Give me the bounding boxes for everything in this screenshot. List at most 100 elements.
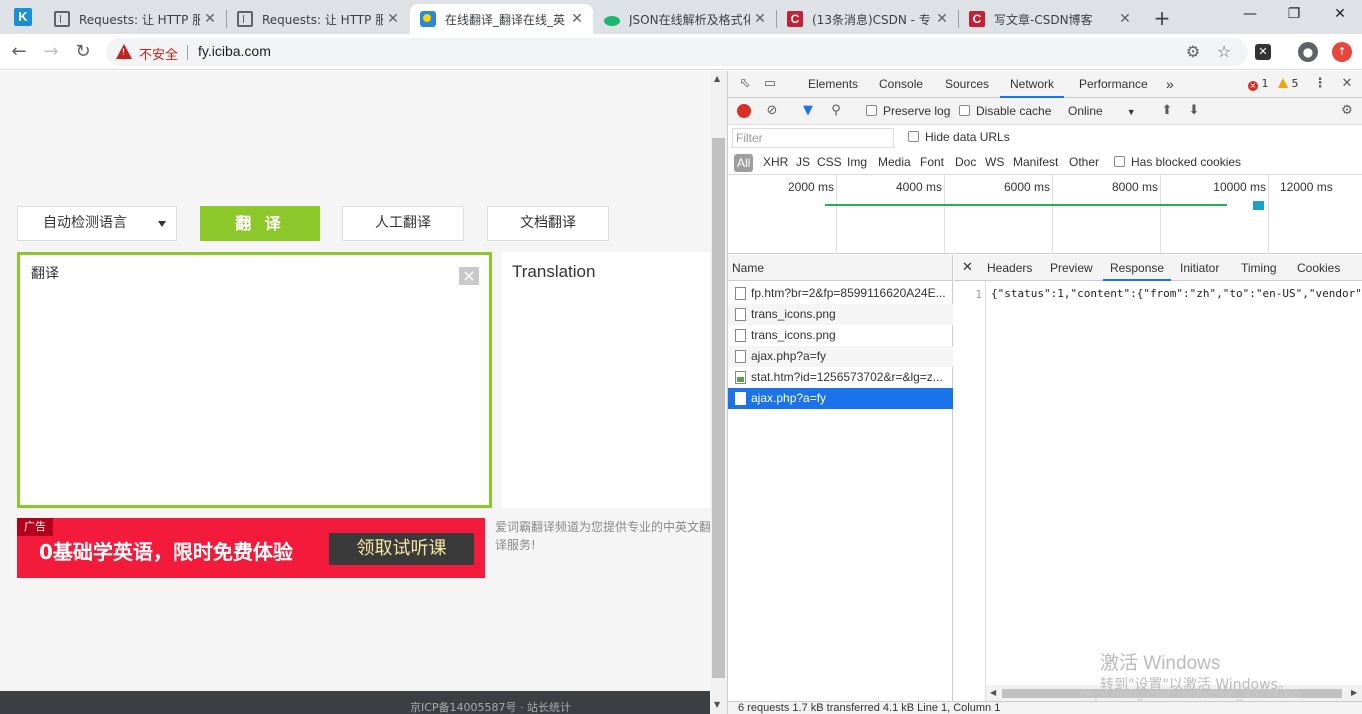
language-select[interactable]: 自动检测语言: [17, 206, 177, 241]
filter-input[interactable]: Filter: [732, 128, 894, 148]
detail-tab-headers[interactable]: Headers: [987, 255, 1032, 281]
restore-button[interactable]: ❐: [1284, 6, 1304, 22]
insecure-label[interactable]: 不安全: [139, 44, 178, 63]
profile-avatar-icon[interactable]: ●: [1298, 42, 1318, 62]
tab-close-icon[interactable]: ✕: [750, 11, 770, 27]
type-filter-manifest[interactable]: Manifest: [1013, 155, 1058, 169]
issues-badge[interactable]: × 1 5: [1248, 77, 1299, 91]
scroll-down-icon[interactable]: ▼: [714, 700, 720, 709]
network-settings-icon[interactable]: ⚙: [1338, 102, 1356, 120]
address-bar[interactable]: 不安全 fy.iciba.com: [106, 38, 1248, 66]
inspect-element-icon[interactable]: ⬁: [736, 75, 754, 93]
type-filter-media[interactable]: Media: [878, 155, 911, 169]
tab-close-icon[interactable]: ✕: [1115, 11, 1135, 27]
export-har-icon[interactable]: ⬇: [1185, 102, 1203, 120]
browser-tab-active[interactable]: 在线翻译_翻译在线_英 ✕: [410, 4, 593, 34]
reload-icon[interactable]: ↻: [71, 40, 95, 64]
extension-icon[interactable]: ⚙: [1183, 42, 1203, 62]
window-close-button[interactable]: ✕: [1330, 6, 1350, 22]
document-translate-button[interactable]: 文档翻译: [487, 206, 609, 241]
site-logo-icon[interactable]: K: [14, 8, 32, 26]
request-row[interactable]: ajax.php?a=fy: [728, 346, 953, 367]
type-filter-all[interactable]: All: [734, 154, 754, 172]
preserve-log-checkbox[interactable]: Preserve log: [866, 104, 950, 118]
devtools-tab-elements[interactable]: Elements: [808, 71, 858, 98]
type-filter-js[interactable]: JS: [796, 155, 810, 169]
minimize-button[interactable]: —: [1240, 6, 1260, 22]
devtools-close-icon[interactable]: ✕: [1338, 75, 1356, 93]
import-har-icon[interactable]: ⬆: [1158, 102, 1176, 120]
ad-banner[interactable]: 广告 0基础学英语，限时免费体验 领取试听课: [17, 518, 485, 578]
url-text[interactable]: fy.iciba.com: [198, 43, 271, 59]
back-arrow-icon[interactable]: ←: [7, 40, 31, 64]
clear-icon[interactable]: ×: [459, 267, 479, 285]
type-filter-ws[interactable]: WS: [985, 155, 1004, 169]
devtools-tab-console[interactable]: Console: [879, 71, 923, 98]
type-filter-img[interactable]: Img: [847, 155, 867, 169]
browser-tab[interactable]: Requests: 让 HTTP 服 ✕: [227, 4, 409, 34]
blocked-cookies-checkbox[interactable]: Has blocked cookies: [1114, 155, 1241, 169]
browser-tab[interactable]: Requests: 让 HTTP 服 ✕: [44, 4, 226, 34]
record-icon[interactable]: [737, 104, 751, 118]
url-divider: [187, 45, 188, 60]
scroll-left-icon[interactable]: ◀: [990, 688, 996, 697]
translate-button[interactable]: 翻 译: [200, 206, 320, 241]
filter-icon[interactable]: ▼: [799, 102, 817, 120]
network-timeline-overview[interactable]: 2000 ms 4000 ms 6000 ms 8000 ms 10000 ms…: [728, 175, 1362, 254]
detail-tab-initiator[interactable]: Initiator: [1180, 255, 1219, 281]
scrollbar-thumb[interactable]: [712, 138, 725, 678]
tab-close-icon[interactable]: ✕: [383, 11, 403, 27]
hide-data-urls-checkbox[interactable]: Hide data URLs: [908, 130, 1010, 144]
scroll-up-icon[interactable]: ▲: [714, 74, 720, 83]
throttle-select[interactable]: Online ▼: [1068, 104, 1136, 118]
browser-tab[interactable]: C 写文章-CSDN博客 ✕: [959, 4, 1141, 34]
error-count: 1: [1261, 77, 1269, 90]
browser-tab[interactable]: JSON在线解析及格式化 ✕: [594, 4, 776, 34]
warning-icon[interactable]: [116, 44, 132, 59]
request-row[interactable]: trans_icons.png: [728, 325, 953, 346]
bookmark-star-icon[interactable]: ☆: [1214, 42, 1234, 62]
request-row[interactable]: fp.htm?br=2&fp=8599116620A24E...: [728, 283, 953, 304]
type-filter-doc[interactable]: Doc: [955, 155, 976, 169]
type-filter-font[interactable]: Font: [920, 155, 944, 169]
type-filter-css[interactable]: CSS: [817, 155, 842, 169]
forward-arrow-icon[interactable]: →: [39, 40, 63, 64]
tab-close-icon[interactable]: ✕: [932, 11, 952, 27]
request-name: trans_icons.png: [751, 307, 836, 321]
request-row[interactable]: trans_icons.png: [728, 304, 953, 325]
disable-cache-checkbox[interactable]: Disable cache: [959, 104, 1051, 118]
extension-x-icon[interactable]: ✕: [1255, 44, 1271, 60]
clear-log-icon[interactable]: ⊘: [763, 102, 781, 120]
device-toggle-icon[interactable]: ▭: [761, 75, 779, 93]
detail-tab-response[interactable]: Response: [1103, 255, 1172, 281]
name-column-header[interactable]: Name: [728, 255, 953, 281]
detail-close-icon[interactable]: ✕: [962, 259, 973, 275]
new-tab-button[interactable]: +: [1152, 6, 1172, 30]
more-options-icon[interactable]: ⋮: [1311, 75, 1329, 93]
human-translate-button[interactable]: 人工翻译: [342, 206, 464, 241]
checkbox-icon: [1114, 156, 1125, 167]
detail-tab-cookies[interactable]: Cookies: [1297, 255, 1340, 281]
tab-close-icon[interactable]: ✕: [200, 11, 220, 27]
search-icon[interactable]: ⚲: [827, 102, 845, 120]
browser-tab[interactable]: C (13条消息)CSDN - 专 ✕: [777, 4, 958, 34]
update-menu-icon[interactable]: ↑: [1332, 42, 1352, 62]
request-row[interactable]: stat.htm?id=1256573702&r=&lg=z...: [728, 367, 953, 388]
devtools-tab-performance[interactable]: Performance: [1079, 71, 1148, 98]
request-row-selected[interactable]: ajax.php?a=fy: [728, 388, 953, 409]
response-body[interactable]: {"status":1,"content":{"from":"zh","to":…: [991, 287, 1362, 301]
devtools-tab-network[interactable]: Network: [1000, 71, 1065, 98]
page-scrollbar[interactable]: ▲ ▼: [710, 71, 727, 714]
detail-tab-preview[interactable]: Preview: [1050, 255, 1093, 281]
devtools-tab-sources[interactable]: Sources: [945, 71, 989, 98]
iciba-icon: [420, 11, 436, 27]
detail-tab-timing[interactable]: Timing: [1241, 255, 1277, 281]
source-text-input[interactable]: 翻译 ×: [17, 252, 492, 508]
more-tabs-icon[interactable]: »: [1166, 71, 1174, 98]
ad-cta-button[interactable]: 领取试听课: [329, 533, 474, 565]
scroll-right-icon[interactable]: ▶: [1351, 688, 1357, 697]
type-filter-other[interactable]: Other: [1069, 155, 1099, 169]
tab-close-icon[interactable]: ✕: [567, 11, 587, 27]
source-text[interactable]: 翻译: [31, 263, 59, 283]
type-filter-xhr[interactable]: XHR: [763, 155, 788, 169]
